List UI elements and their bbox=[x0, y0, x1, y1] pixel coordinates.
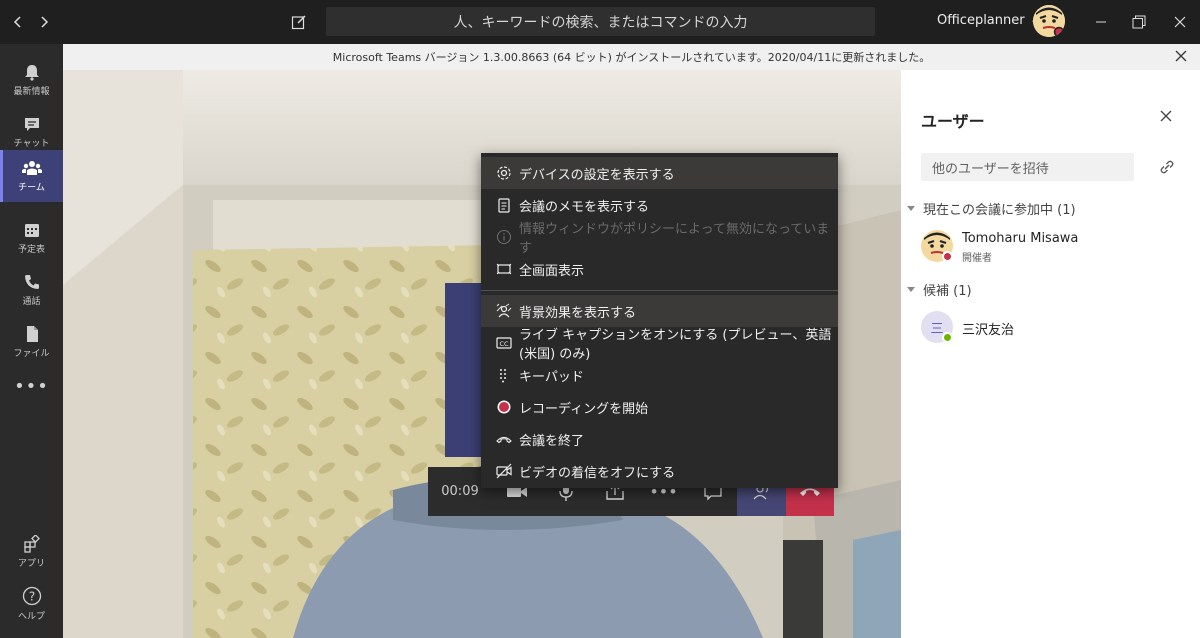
close-window-icon[interactable] bbox=[1168, 10, 1192, 34]
rail-label: 通話 bbox=[22, 297, 41, 307]
suggested-item[interactable]: 三 三沢友治 bbox=[921, 311, 1191, 347]
menu-item-fullscreen[interactable]: 全画面表示 bbox=[481, 253, 838, 285]
menu-item-device-settings[interactable]: デバイスの設定を表示する bbox=[481, 157, 838, 189]
menu-item-meeting-notes[interactable]: 会議のメモを表示する bbox=[481, 189, 838, 221]
menu-item-background-effects[interactable]: 背景効果を表示する bbox=[481, 295, 838, 327]
search-input[interactable]: 人、キーワードの検索、またはコマンドの入力 bbox=[326, 7, 875, 36]
banner-text: Microsoft Teams バージョン 1.3.00.8663 (64 ビッ… bbox=[332, 51, 931, 64]
rail-label: アプリ bbox=[17, 559, 45, 569]
menu-item-label: 会議のメモを表示する bbox=[519, 199, 650, 215]
end-meeting-icon bbox=[496, 431, 512, 447]
menu-item-label: 情報ウィンドウがポリシーによって無効になっています bbox=[519, 222, 830, 256]
video-off-icon bbox=[496, 463, 512, 479]
file-icon bbox=[26, 326, 38, 342]
participants-panel: ユーザー 他のユーザーを招待 現在この会議に参加中 (1) Tomoharu M… bbox=[901, 70, 1200, 638]
org-switcher[interactable]: Officeplanner ⌵ bbox=[937, 13, 1039, 28]
teams-icon bbox=[21, 161, 42, 175]
bell-icon bbox=[24, 65, 39, 81]
menu-item-label: デバイスの設定を表示する bbox=[519, 167, 675, 183]
rail-item-calls[interactable]: 通話 bbox=[0, 264, 63, 316]
suggested-name: 三沢友治 bbox=[962, 323, 1015, 338]
rail-item-apps[interactable]: アプリ bbox=[0, 526, 63, 578]
more-apps-icon[interactable]: ••• bbox=[0, 360, 63, 412]
rail-label: 最新情報 bbox=[13, 87, 50, 97]
invite-input[interactable]: 他のユーザーを招待 bbox=[921, 153, 1134, 181]
menu-item-end-meeting[interactable]: 会議を終了 bbox=[481, 423, 838, 455]
gear-icon bbox=[496, 165, 512, 181]
svg-text:CC: CC bbox=[499, 340, 509, 348]
back-arrow-icon[interactable] bbox=[8, 12, 28, 32]
suggested-section-header[interactable]: 候補 (1) bbox=[907, 280, 972, 299]
rail-item-teams[interactable]: チーム bbox=[0, 150, 63, 202]
menu-item-start-recording[interactable]: レコーディングを開始 bbox=[481, 391, 838, 423]
more-actions-menu: デバイスの設定を表示する 会議のメモを表示する 情報ウィンドウがポリシーによって… bbox=[481, 153, 838, 488]
menu-item-keypad[interactable]: キーパッド bbox=[481, 359, 838, 391]
fullscreen-icon bbox=[496, 261, 512, 277]
menu-item-label: 会議を終了 bbox=[519, 433, 585, 449]
keypad-icon bbox=[496, 367, 512, 383]
phone-icon bbox=[24, 275, 39, 289]
caret-down-icon bbox=[907, 206, 915, 211]
rail-label: ヘルプ bbox=[17, 612, 45, 622]
background-effects-icon bbox=[496, 303, 512, 319]
menu-item-label: 全画面表示 bbox=[519, 263, 585, 279]
busy-status-icon bbox=[942, 251, 953, 262]
rail-item-calendar[interactable]: 予定表 bbox=[0, 212, 63, 264]
record-icon bbox=[496, 399, 512, 415]
in-meeting-section-header[interactable]: 現在この会議に参加中 (1) bbox=[907, 199, 1076, 218]
panel-title: ユーザー bbox=[921, 112, 985, 131]
rail-label: チャット bbox=[13, 139, 50, 149]
notes-icon bbox=[496, 197, 512, 213]
rail-item-help[interactable]: ? ヘルプ bbox=[0, 578, 63, 630]
forward-arrow-icon[interactable] bbox=[34, 12, 54, 32]
minimize-icon[interactable] bbox=[1089, 10, 1113, 34]
info-icon bbox=[496, 229, 512, 245]
close-icon[interactable] bbox=[1159, 108, 1175, 124]
section-label: 現在この会議に参加中 (1) bbox=[923, 203, 1076, 218]
profile-avatar[interactable] bbox=[1033, 5, 1065, 37]
app-bar: 最新情報 チャット チーム 予定表 通話 ファイル ••• アプリ ? ヘルプ bbox=[0, 44, 63, 638]
chat-icon bbox=[24, 118, 39, 131]
section-label: 候補 (1) bbox=[923, 284, 972, 299]
participant-role: 開催者 bbox=[962, 253, 992, 264]
caret-down-icon bbox=[907, 287, 915, 292]
available-status-icon bbox=[942, 332, 953, 343]
apps-icon bbox=[23, 535, 40, 553]
svg-text:?: ? bbox=[28, 590, 34, 604]
update-banner: Microsoft Teams バージョン 1.3.00.8663 (64 ビッ… bbox=[63, 44, 1200, 70]
menu-item-label: キーパッド bbox=[519, 369, 584, 385]
captions-icon: CC bbox=[496, 335, 512, 351]
calendar-icon bbox=[24, 224, 39, 237]
rail-label: ファイル bbox=[13, 349, 50, 359]
link-icon[interactable] bbox=[1158, 158, 1176, 176]
teams-window: 人、キーワードの検索、またはコマンドの入力 Officeplanner ⌵ bbox=[0, 0, 1200, 638]
menu-item-label: ビデオの着信をオフにする bbox=[519, 465, 676, 481]
menu-item-live-captions[interactable]: CC ライブ キャプションをオンにする (プレビュー、英語 (米国) のみ) bbox=[481, 327, 838, 362]
participant-item[interactable]: Tomoharu Misawa 開催者 bbox=[921, 230, 1191, 266]
menu-item-label: 背景効果を表示する bbox=[519, 305, 637, 321]
participant-name: Tomoharu Misawa bbox=[962, 231, 1079, 246]
title-bar: 人、キーワードの検索、またはコマンドの入力 Officeplanner ⌵ bbox=[0, 0, 1200, 44]
menu-item-label: レコーディングを開始 bbox=[519, 401, 649, 417]
menu-item-info-window: 情報ウィンドウがポリシーによって無効になっています bbox=[481, 221, 838, 256]
org-name: Officeplanner bbox=[937, 13, 1025, 28]
rail-label: 予定表 bbox=[17, 245, 45, 255]
close-icon[interactable] bbox=[1174, 49, 1190, 65]
restore-icon[interactable] bbox=[1127, 10, 1151, 34]
rail-item-activity[interactable]: 最新情報 bbox=[0, 54, 63, 106]
menu-item-turn-off-incoming-video[interactable]: ビデオの着信をオフにする bbox=[481, 455, 838, 487]
rail-label: チーム bbox=[18, 183, 45, 193]
menu-divider bbox=[481, 290, 838, 291]
compose-icon[interactable] bbox=[289, 12, 309, 32]
avatar-initial: 三 bbox=[930, 321, 944, 337]
menu-item-label: ライブ キャプションをオンにする (プレビュー、英語 (米国) のみ) bbox=[519, 328, 832, 362]
help-icon: ? bbox=[22, 586, 41, 606]
